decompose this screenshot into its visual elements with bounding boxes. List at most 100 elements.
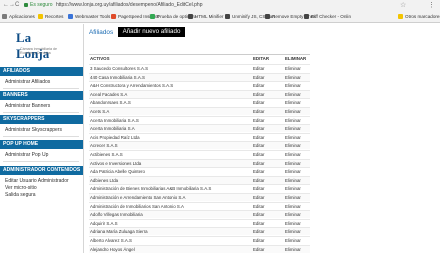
delete-link[interactable]: Eliminar — [285, 169, 301, 174]
edit-link[interactable]: Editar — [253, 75, 264, 80]
bookmark-icon — [188, 14, 193, 19]
sidebar-divider — [3, 136, 79, 137]
sidebar-link[interactable]: Administrar Pop Up — [5, 152, 48, 158]
affiliate-name: Acrecer S.A.S — [90, 143, 118, 149]
delete-link[interactable]: Eliminar — [285, 66, 301, 71]
table-row: Acis Propiedad Raíz Ltda Editar Eliminar — [89, 132, 310, 141]
edit-link[interactable]: Editar — [253, 178, 264, 183]
affiliate-name: 3 Saucedo Consultores S.A.S — [90, 66, 149, 71]
sidebar-section-title: BANNERS — [0, 91, 83, 100]
delete-link[interactable]: Eliminar — [285, 75, 301, 80]
sidebar-link[interactable]: Administrar Banners — [5, 103, 50, 109]
bookmark-item[interactable]: Aplicaciones — [2, 12, 35, 21]
address-bar[interactable]: https://www.lonja.org.uy/afiliados/desem… — [56, 2, 202, 8]
edit-link[interactable]: Editar — [253, 212, 264, 217]
bookmark-item[interactable]: Recortes — [38, 12, 63, 21]
delete-link[interactable]: Eliminar — [285, 126, 301, 131]
logo[interactable]: La Lonja Cámara inmobiliaria de Rosales … — [8, 30, 66, 65]
sidebar-section-title: POP UP HOME — [0, 140, 83, 149]
bookmark-item[interactable]: Diff Checker - Onlin — [304, 12, 351, 21]
delete-link[interactable]: Eliminar — [285, 83, 301, 88]
table-row: Acrecer S.A.S Editar Eliminar — [89, 141, 310, 150]
table-row: Aceal Facades S.A Editar Eliminar — [89, 89, 310, 98]
edit-link[interactable]: Editar — [253, 186, 264, 191]
security-status: Es seguro — [30, 2, 53, 8]
edit-link[interactable]: Editar — [253, 221, 264, 226]
affiliate-name: Adquirir S.A.S — [90, 220, 118, 226]
delete-link[interactable]: Eliminar — [285, 143, 301, 148]
browser-menu-icon[interactable]: ⋮ — [428, 1, 435, 9]
edit-link[interactable]: Editar — [253, 152, 264, 157]
edit-link[interactable]: Editar — [253, 100, 264, 105]
table-row: Administración e Arrendamiento San Anton… — [89, 193, 310, 201]
edit-link[interactable]: Editar — [253, 118, 264, 123]
table-row: Acerta Inmobiliaria S.A.S Editar Eliminar — [89, 115, 310, 124]
table-row: Acets S.A Editar Eliminar — [89, 107, 310, 115]
edit-link[interactable]: Editar — [253, 126, 264, 131]
lock-icon — [24, 3, 28, 7]
delete-link[interactable]: Eliminar — [285, 135, 301, 140]
affiliate-name: Acis Propiedad Raíz Ltda — [90, 134, 140, 140]
delete-link[interactable]: Eliminar — [285, 152, 301, 157]
affiliate-name: 440 Casa Inmobiliaria S.A.S — [90, 74, 145, 80]
delete-link[interactable]: Eliminar — [285, 238, 301, 243]
bookmark-item[interactable]: HTML Minifier — [188, 12, 223, 21]
bookmark-item[interactable]: Webmaster Tools (U — [68, 12, 116, 21]
delete-link[interactable]: Eliminar — [285, 221, 301, 226]
sidebar-link[interactable]: Ver micro-sitio — [5, 185, 37, 191]
delete-link[interactable]: Eliminar — [285, 186, 301, 191]
delete-link[interactable]: Eliminar — [285, 178, 301, 183]
sidebar-link[interactable]: Administrar Skyscrappers — [5, 127, 62, 133]
edit-link[interactable]: Editar — [253, 161, 264, 166]
add-affiliate-button[interactable]: Añadir nuevo afiliado — [118, 27, 185, 37]
table-row: Acerta Inmobiliaria S.A Editar Eliminar — [89, 124, 310, 133]
edit-link[interactable]: Editar — [253, 143, 264, 148]
table-row: Adriana María Zuluaga Sierra Editar Elimin… — [89, 227, 310, 236]
delete-link[interactable]: Eliminar — [285, 204, 301, 209]
table-row: 3 Saucedo Consultores S.A.S Editar Elimina… — [89, 64, 310, 72]
edit-link[interactable]: Editar — [253, 204, 264, 209]
edit-link[interactable]: Editar — [253, 229, 264, 234]
sidebar-link[interactable]: Salida segura — [5, 192, 36, 198]
table-row: Alberto Alvarez S.A.S Editar Eliminar — [89, 236, 310, 244]
sidebar: La Lonja Cámara inmobiliaria de Rosales … — [0, 24, 84, 253]
edit-link[interactable]: Editar — [253, 92, 264, 97]
main-content: Afiliados Añadir nuevo afiliado ACTIVOS … — [87, 24, 440, 253]
affiliate-name: Aceal Facades S.A — [90, 91, 128, 97]
affiliate-name: Actibienes S.A.S — [90, 152, 123, 157]
affiliate-name: Administración de Bienes Inmobiliarias A… — [90, 186, 212, 192]
table-row: Adbienes Ltda Editar Eliminar — [89, 175, 310, 184]
edit-link[interactable]: Editar — [253, 135, 264, 140]
delete-link[interactable]: Eliminar — [285, 100, 301, 105]
bookmark-item[interactable]: Otros marcadores — [398, 12, 440, 21]
delete-link[interactable]: Eliminar — [285, 118, 301, 123]
affiliate-name: Adbienes Ltda — [90, 177, 119, 183]
sidebar-divider — [3, 88, 79, 89]
delete-link[interactable]: Eliminar — [285, 161, 301, 166]
edit-link[interactable]: Editar — [253, 109, 264, 114]
bookmark-icon — [225, 14, 230, 19]
edit-link[interactable]: Editar — [253, 66, 264, 71]
edit-link[interactable]: Editar — [253, 247, 264, 252]
edit-link[interactable]: Editar — [253, 169, 264, 174]
delete-link[interactable]: Eliminar — [285, 229, 301, 234]
delete-link[interactable]: Eliminar — [285, 195, 301, 200]
affiliate-name: Acerta Inmobiliaria S.A.S — [90, 117, 139, 123]
edit-link[interactable]: Editar — [253, 83, 264, 88]
delete-link[interactable]: Eliminar — [285, 109, 301, 114]
table-row: Administración de Inmobiliarios San Anto… — [89, 201, 310, 210]
edit-link[interactable]: Editar — [253, 238, 264, 243]
table-header: ACTIVOS EDITAR ELIMINAR — [89, 55, 310, 63]
affiliate-name: Adolfo Villegas Inmobiliaria — [90, 212, 143, 218]
bookmark-icon — [68, 14, 73, 19]
sidebar-link[interactable]: Administrar Afiliados — [5, 79, 50, 85]
delete-link[interactable]: Eliminar — [285, 247, 301, 252]
delete-link[interactable]: Eliminar — [285, 212, 301, 217]
bookmark-icon — [265, 14, 270, 19]
bookmark-label: Diff Checker - Onlin — [311, 14, 351, 19]
edit-link[interactable]: Editar — [253, 195, 264, 200]
reload-icon[interactable]: C — [15, 2, 19, 8]
delete-link[interactable]: Eliminar — [285, 92, 301, 97]
sidebar-link[interactable]: Editar Usuario Administrador — [5, 178, 69, 184]
bookmark-star-icon[interactable]: ☆ — [400, 1, 406, 9]
